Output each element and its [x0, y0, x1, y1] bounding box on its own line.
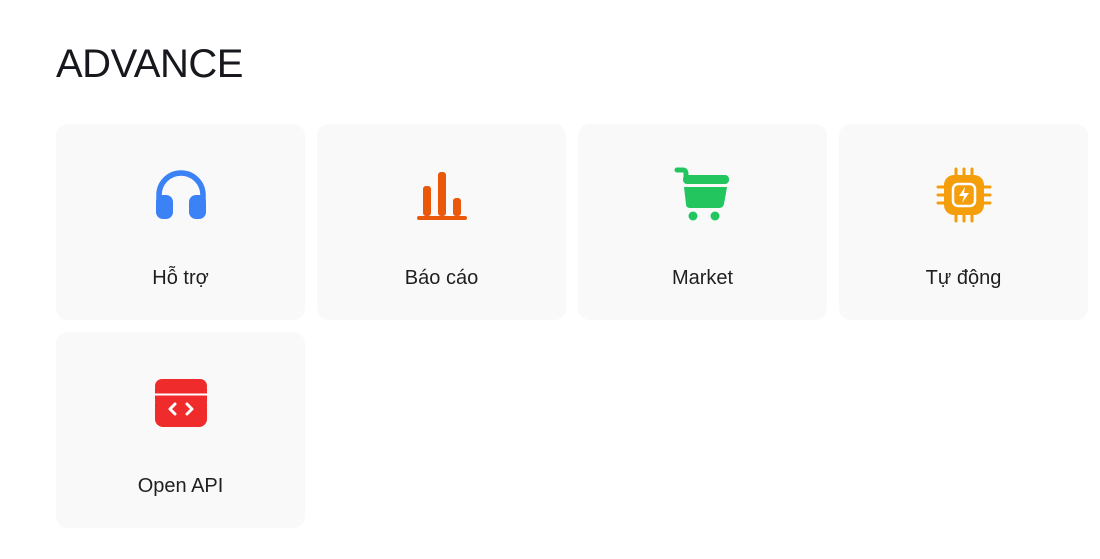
advance-page: ADVANCE Hỗ trợ Báo cáo Market Tự động Op…: [0, 0, 1100, 559]
card-label-support: Hỗ trợ: [152, 267, 209, 289]
card-market[interactable]: Market: [578, 124, 827, 320]
card-label-market: Market: [671, 267, 734, 289]
card-reports[interactable]: Báo cáo: [317, 124, 566, 320]
card-label-automation: Tự động: [925, 267, 1002, 289]
card-open-api[interactable]: Open API: [56, 332, 305, 528]
bar-chart-icon: [413, 166, 471, 224]
code-window-icon: [152, 374, 210, 432]
cpu-chip-icon: [935, 166, 993, 224]
card-label-reports: Báo cáo: [404, 267, 479, 289]
card-automation[interactable]: Tự động: [839, 124, 1088, 320]
section-title: ADVANCE: [56, 42, 243, 86]
feature-grid: Hỗ trợ Báo cáo Market Tự động Open API: [56, 124, 1088, 528]
card-label-open-api: Open API: [137, 475, 224, 497]
shopping-cart-icon: [674, 166, 732, 224]
headphones-icon: [152, 166, 210, 224]
card-support[interactable]: Hỗ trợ: [56, 124, 305, 320]
